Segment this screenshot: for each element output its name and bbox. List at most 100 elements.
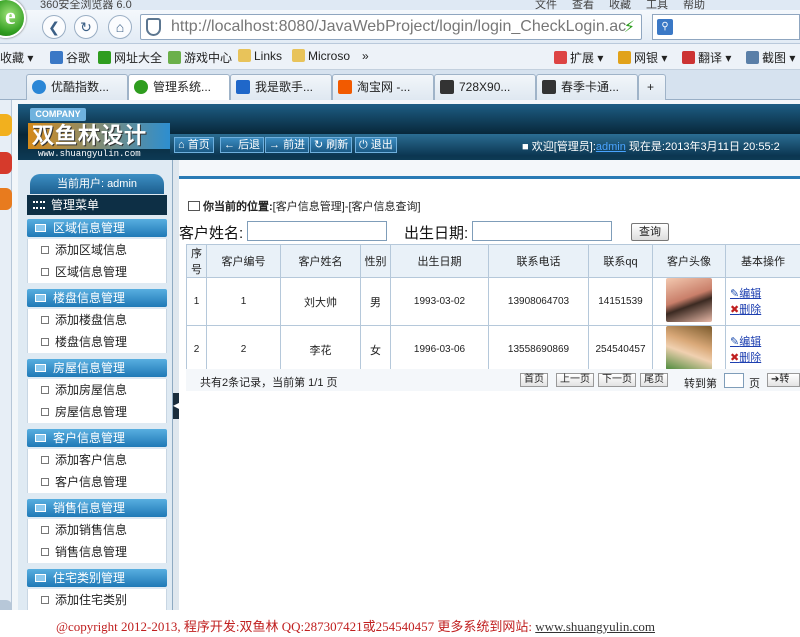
extensions-icon [554,51,567,64]
delete-link[interactable]: ✖删除 [730,302,800,318]
customer-name-label: 客户姓名: [179,225,244,242]
address-url[interactable]: http://localhost:8080/JavaWebProject/log… [171,18,631,36]
search-engine-icon[interactable]: ⚲ [657,19,673,35]
tab-admin-system[interactable]: 管理系统... [128,74,230,101]
fav-games[interactable]: 游戏中心 [168,49,232,66]
section-icon [35,294,46,302]
home-icon[interactable]: ⌂ [108,15,132,39]
tool-screenshot[interactable]: 截图 ▾ [746,49,795,66]
prev-page-button[interactable]: 上一页 [556,373,594,387]
refresh-icon[interactable]: ↻ [74,15,98,39]
menu-tools[interactable]: 工具 [646,0,668,10]
cell-name: 李花 [280,325,361,374]
section-building[interactable]: 楼盘信息管理 [27,289,167,307]
tab-taobao[interactable]: 淘宝网 -... [332,74,434,100]
next-page-button[interactable]: 下一页 [598,373,636,387]
menu-file[interactable]: 文件 [535,0,557,10]
breadcrumb: 你当前的位置:[客户信息管理]-[客户信息查询] [188,198,421,214]
birth-date-input[interactable] [472,221,612,241]
edit-link[interactable]: ✎编辑 [730,334,800,350]
menu-view[interactable]: 查看 [572,0,594,10]
goto-page-input[interactable] [724,373,744,388]
table-row: 1 1 刘大帅 男 1993-03-02 13908064703 1415153… [186,277,800,326]
customer-avatar [666,278,712,322]
section-customer[interactable]: 客户信息管理 [27,429,167,447]
star-icon[interactable] [0,114,12,136]
doc-icon [41,478,49,486]
customer-name-input[interactable] [247,221,387,241]
pager-summary: 共有2条记录，当前第 1/1 页 [200,377,338,389]
sidebar-item-add-house[interactable]: 添加房屋信息 [27,379,167,401]
tab-singer[interactable]: 我是歌手... [230,74,332,100]
fav-links[interactable]: Links [238,49,282,63]
sidebar-item-manage-sales[interactable]: 销售信息管理 [27,541,167,563]
weibo-icon[interactable] [0,152,12,174]
section-house[interactable]: 房屋信息管理 [27,359,167,377]
nav-back-button[interactable]: ← 后退 [220,137,265,153]
sidebar-item-add-sales[interactable]: 添加销售信息 [27,519,167,541]
folder-icon [292,49,305,62]
sidebar-item-add-area[interactable]: 添加区域信息 [27,239,167,261]
fav-hao[interactable]: 网址大全 [98,49,162,66]
doc-icon [41,316,49,324]
goto-label: 转到第 [684,378,717,390]
app-icon[interactable] [0,188,12,210]
cell-gender: 女 [360,325,391,374]
nav-home-button[interactable]: ⌂ 首页 [174,137,214,153]
fav-collect[interactable]: 收藏 ▾ [0,49,33,66]
col-gender: 性别 [360,244,391,278]
sidebar-item-add-house-type[interactable]: 添加住宅类别 [27,589,167,610]
cell-actions: ✎编辑 ✖删除 [725,325,800,374]
sidebar-item-manage-area[interactable]: 区域信息管理 [27,261,167,283]
doc-icon [41,526,49,534]
section-area[interactable]: 区域信息管理 [27,219,167,237]
tab-cartoon[interactable]: 春季卡通... [536,74,638,100]
cell-index: 2 [186,325,207,374]
query-button[interactable]: 查询 [631,223,669,241]
content-top-strip [179,160,800,176]
welcome-text: ■ 欢迎[管理员]:admin 现在是:2013年3月11日 20:55:2 [522,141,780,153]
edit-link[interactable]: ✎编辑 [730,286,800,302]
delete-link[interactable]: ✖删除 [730,350,800,366]
menu-favorites[interactable]: 收藏 [609,0,631,10]
website-link[interactable]: www.shuangyulin.com [535,619,655,634]
tool-extensions[interactable]: 扩展 ▾ [554,49,603,66]
cell-birth: 1993-03-02 [390,277,489,326]
scissors-icon [746,51,759,64]
back-icon[interactable]: ❮ [42,15,66,39]
section-sales[interactable]: 销售信息管理 [27,499,167,517]
admin-link[interactable]: admin [596,141,626,153]
tab-youku[interactable]: 优酷指数... [26,74,128,100]
nav-refresh-button[interactable]: ↻ 刷新 [310,137,353,153]
sidebar-item-manage-customer[interactable]: 客户信息管理 [27,471,167,493]
menu-help[interactable]: 帮助 [683,0,705,10]
speed-mode-icon[interactable]: ⚡ [624,17,635,37]
taobao-icon [338,80,352,94]
last-page-button[interactable]: 尾页 [640,373,668,387]
tool-bank[interactable]: 网银 ▾ [618,49,667,66]
nav-logout-button[interactable]: ⏻ 退出 [355,137,397,153]
sidebar-item-add-building[interactable]: 添加楼盘信息 [27,309,167,331]
fav-google[interactable]: 谷歌 [50,49,90,66]
fav-microso[interactable]: Microso [292,49,350,63]
section-icon [35,574,46,582]
sidebar-item-manage-house[interactable]: 房屋信息管理 [27,401,167,423]
tab-728x90[interactable]: 728X90... [434,74,536,100]
sidebar-item-manage-building[interactable]: 楼盘信息管理 [27,331,167,353]
pencil-icon: ✎ [730,287,740,300]
delete-icon: ✖ [730,303,740,316]
first-page-button[interactable]: 首页 [520,373,548,387]
cell-code: 1 [206,277,281,326]
cell-code: 2 [206,325,281,374]
nav-forward-button[interactable]: → 前进 [265,137,310,153]
sidebar-item-add-customer[interactable]: 添加客户信息 [27,449,167,471]
section-house-type[interactable]: 住宅类别管理 [27,569,167,587]
address-bar[interactable]: http://localhost:8080/JavaWebProject/log… [140,14,642,40]
tool-translate[interactable]: 翻译 ▾ [682,49,731,66]
doc-icon [41,386,49,394]
fav-more[interactable]: » [362,49,369,63]
new-tab-button[interactable]: + [638,74,666,100]
goto-button[interactable]: ➔转 [767,373,800,387]
cell-avatar [652,325,726,374]
browser-search-input[interactable]: ⚲ [652,14,800,40]
